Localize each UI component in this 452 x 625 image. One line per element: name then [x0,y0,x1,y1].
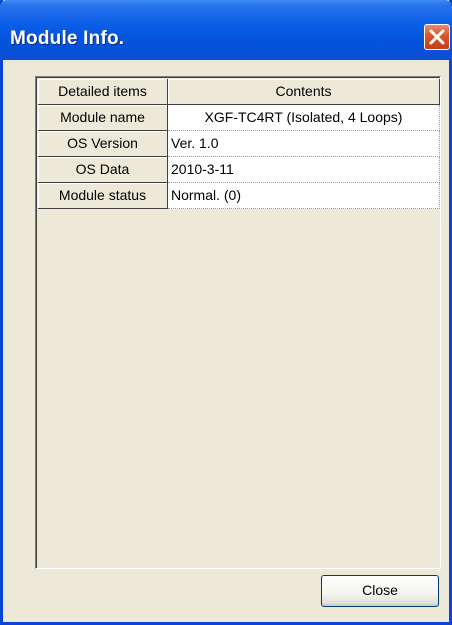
row-label: OS Data [38,157,168,183]
header-contents[interactable]: Contents [168,79,440,105]
row-value: Normal. (0) [168,183,440,209]
close-window-icon[interactable] [424,24,450,50]
window-title: Module Info. [10,28,125,49]
row-value: Ver. 1.0 [168,131,440,157]
row-value: XGF-TC4RT (Isolated, 4 Loops) [168,105,440,131]
row-value: 2010-3-11 [168,157,440,183]
title-bar[interactable]: Module Info. [0,0,452,60]
table-row[interactable]: OS Version Ver. 1.0 [38,131,440,157]
row-label: OS Version [38,131,168,157]
close-button[interactable]: Close [321,575,439,607]
module-info-window: Module Info. Detailed items Contents Mod… [0,0,452,625]
header-detailed-items[interactable]: Detailed items [38,79,168,105]
module-info-list[interactable]: Detailed items Contents Module name XGF-… [35,76,441,569]
table-row[interactable]: Module name XGF-TC4RT (Isolated, 4 Loops… [38,105,440,131]
grid-header-row: Detailed items Contents [38,79,440,105]
table-row[interactable]: OS Data 2010-3-11 [38,157,440,183]
row-label: Module status [38,183,168,209]
row-label: Module name [38,105,168,131]
table-row[interactable]: Module status Normal. (0) [38,183,440,209]
info-grid: Detailed items Contents Module name XGF-… [38,79,440,209]
close-x-icon [429,29,445,45]
